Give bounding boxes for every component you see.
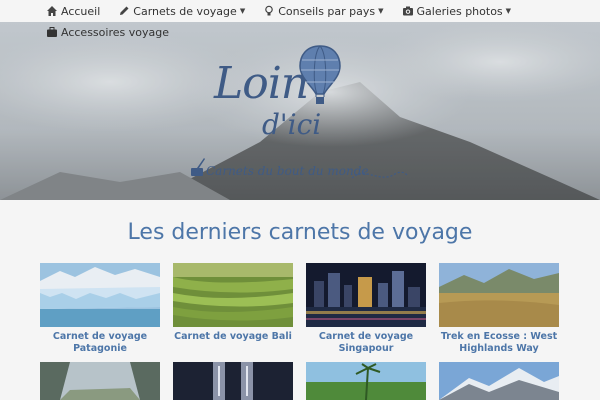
caret-down-icon: ▼: [505, 7, 512, 15]
card-patagonie[interactable]: Carnet de voyage Patagonie: [40, 263, 160, 355]
thumbnail-glacier: [40, 263, 160, 327]
lightbulb-icon: [265, 5, 274, 16]
nav-item-accueil[interactable]: Accueil: [40, 5, 100, 18]
home-icon: [47, 6, 57, 16]
nav-row-secondary: Accessoires voyage: [40, 22, 181, 42]
card-bali[interactable]: Carnet de voyage Bali: [173, 263, 293, 343]
section-title: Les derniers carnets de voyage: [127, 220, 473, 245]
caret-down-icon: ▼: [239, 7, 246, 15]
card-caption: Carnet de voyage Patagonie: [52, 331, 148, 354]
site-logo[interactable]: Loin d'ici Carnets du bout du monde: [191, 45, 420, 192]
thumbnail-row2-3[interactable]: [306, 362, 426, 400]
nav-item-accessoires[interactable]: Accessoires voyage: [40, 26, 169, 39]
hero-banner: Loin d'ici Carnets du bout du monde: [0, 22, 600, 200]
logo-tagline: Carnets du bout du monde: [206, 164, 369, 178]
card-ecosse[interactable]: Trek en Ecosse : West Highlands Way: [439, 263, 559, 355]
nav-label: Accessoires voyage: [61, 25, 169, 39]
caret-down-icon: ▼: [378, 7, 384, 15]
nav-label: Carnets de voyage: [133, 4, 237, 18]
logo-text-loin: Loin: [214, 58, 309, 109]
thumbnail-highlands: [439, 263, 559, 327]
nav-row-primary: Accueil Carnets de voyage ▼ Conseils par…: [40, 1, 523, 21]
nav-label: Galeries photos: [416, 4, 503, 18]
thumbnail-city-night: [306, 263, 426, 327]
nav-item-galeries[interactable]: Galeries photos ▼: [396, 4, 512, 18]
thumbnail-row2-1[interactable]: [40, 362, 160, 400]
card-singapour[interactable]: Carnet de voyage Singapour: [306, 263, 426, 355]
hot-air-balloon-icon: [299, 45, 341, 104]
thumbnail-rice-terraces: [173, 263, 293, 327]
dotted-path-decoration: [351, 171, 409, 179]
inkwell-icon: [191, 158, 205, 176]
thumbnail-row2-4[interactable]: [439, 362, 559, 400]
logo-text-dici: d'ici: [262, 108, 322, 141]
nav-label: Accueil: [61, 4, 101, 18]
pencil-icon: [120, 6, 129, 15]
thumbnail-row2-2[interactable]: [173, 362, 293, 400]
card-caption: Carnet de voyage Singapour: [318, 331, 414, 354]
card-caption: Carnet de voyage Bali: [174, 331, 292, 342]
camera-icon: [402, 6, 413, 16]
nav-label: Conseils par pays: [278, 4, 376, 18]
card-caption: Trek en Ecosse : West Highlands Way: [440, 331, 558, 354]
suitcase-icon: [47, 27, 57, 37]
nav-item-conseils[interactable]: Conseils par pays ▼: [257, 4, 384, 18]
nav-item-carnets[interactable]: Carnets de voyage ▼: [112, 5, 245, 18]
